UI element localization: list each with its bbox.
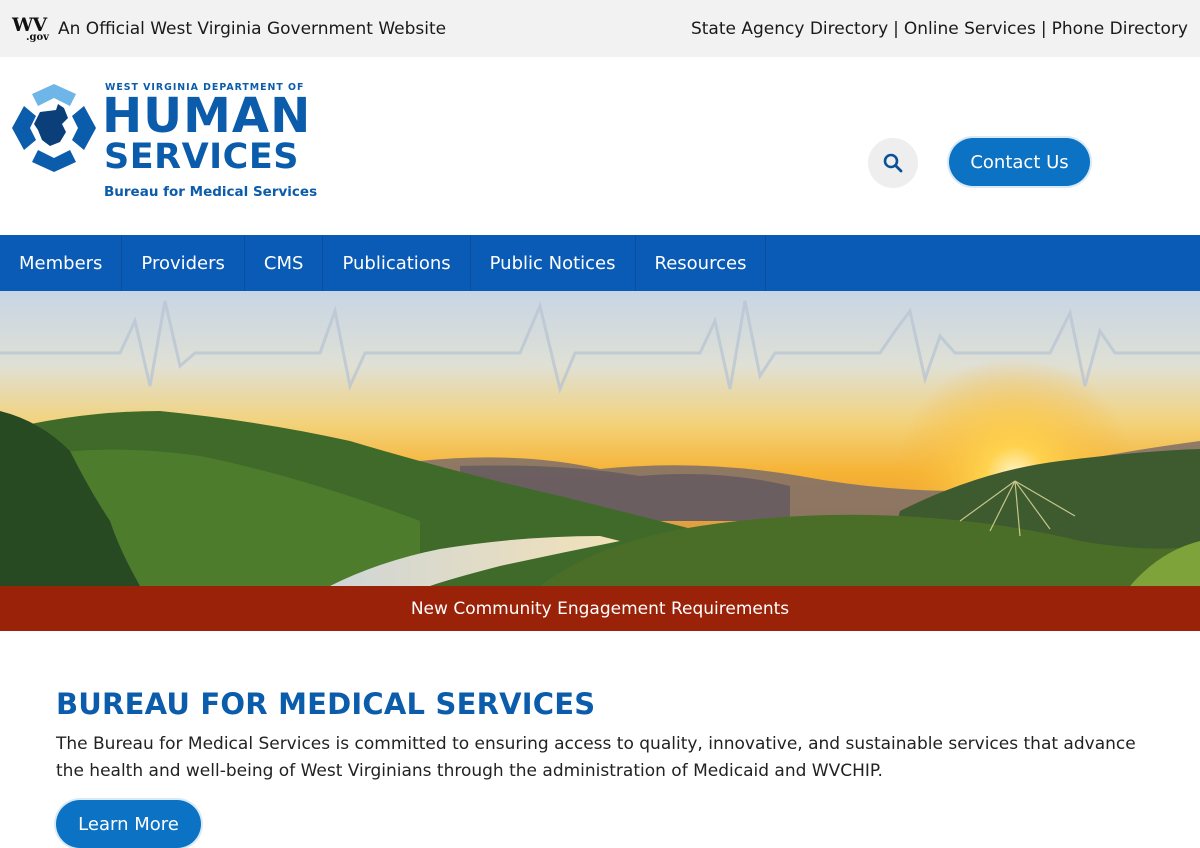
nav-item-cms[interactable]: CMS	[245, 235, 324, 291]
announcement-banner[interactable]: New Community Engagement Requirements	[0, 586, 1200, 631]
nav-item-public-notices[interactable]: Public Notices	[471, 235, 636, 291]
link-separator: |	[893, 18, 899, 39]
nav-item-resources[interactable]: Resources	[636, 235, 767, 291]
brand-human-line: HUMAN	[102, 88, 312, 144]
contact-us-button[interactable]: Contact Us	[949, 138, 1090, 186]
learn-more-button[interactable]: Learn More	[56, 800, 201, 848]
wv-state-emblem-icon	[12, 84, 96, 172]
site-header: WEST VIRGINIA DEPARTMENT OF HUMAN SERVIC…	[0, 57, 1200, 235]
page-title: BUREAU FOR MEDICAL SERVICES	[56, 687, 596, 721]
official-links: State Agency Directory | Online Services…	[691, 19, 1188, 39]
official-bar: WV .gov An Official West Virginia Govern…	[0, 0, 1200, 57]
official-website-text: An Official West Virginia Government Web…	[58, 18, 447, 39]
nav-item-members[interactable]: Members	[0, 235, 123, 291]
brand-logo[interactable]: WEST VIRGINIA DEPARTMENT OF HUMAN SERVIC…	[10, 82, 317, 207]
nav-item-providers[interactable]: Providers	[122, 235, 245, 291]
official-left: WV .gov An Official West Virginia Govern…	[12, 15, 446, 43]
wv-gov-logo[interactable]: WV .gov	[12, 15, 49, 43]
hero-landscape-image	[0, 291, 1200, 586]
main-nav: Members Providers CMS Publications Publi…	[0, 235, 1200, 291]
wv-logo-suffix: .gov	[26, 31, 49, 43]
state-agency-directory-link[interactable]: State Agency Directory	[691, 19, 888, 39]
page-description: The Bureau for Medical Services is commi…	[56, 734, 1136, 781]
main-content: BUREAU FOR MEDICAL SERVICES The Bureau f…	[56, 685, 1156, 785]
online-services-link[interactable]: Online Services	[904, 19, 1036, 39]
brand-bureau-subtitle: Bureau for Medical Services	[104, 184, 318, 200]
hero-banner-image	[0, 291, 1200, 586]
phone-directory-link[interactable]: Phone Directory	[1052, 19, 1188, 39]
search-icon	[883, 153, 903, 173]
link-separator: |	[1040, 18, 1047, 39]
nav-item-publications[interactable]: Publications	[323, 235, 471, 291]
search-button[interactable]	[868, 138, 918, 188]
brand-services-line: SERVICES	[104, 137, 299, 177]
